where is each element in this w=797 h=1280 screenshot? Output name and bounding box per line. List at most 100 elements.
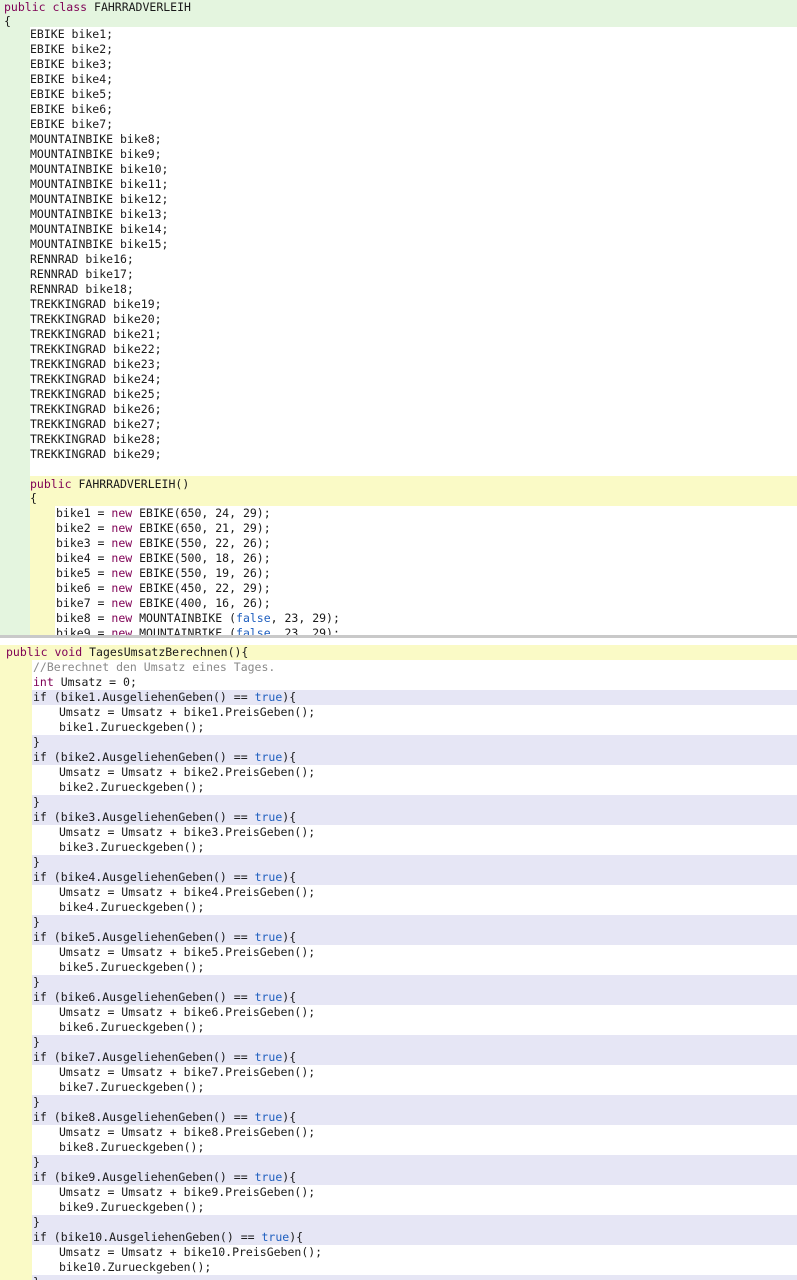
code-token: } [33,915,40,929]
code-token: } [33,795,40,809]
method-declaration-line[interactable]: public void TagesUmsatzBerechnen(){ [6,645,248,660]
if-condition-line[interactable]: if (bike8.AusgeliehenGeben() == true){ [33,1110,296,1125]
if-condition-line[interactable]: if (bike3.AusgeliehenGeben() == true){ [33,810,296,825]
field-declaration-line[interactable]: EBIKE bike3; [30,57,113,72]
if-body-line[interactable]: Umsatz = Umsatz + bike1.PreisGeben(); [59,705,315,720]
constructor-statement-line[interactable]: bike2 = new EBIKE(650, 21, 29); [56,521,271,536]
constructor-statement-line[interactable]: bike9 = new MOUNTAINBIKE (false, 23, 29)… [56,626,340,635]
constructor-statement-line[interactable]: bike4 = new EBIKE(500, 18, 26); [56,551,271,566]
if-body-line[interactable]: bike1.Zurueckgeben(); [59,720,204,735]
if-condition-line[interactable]: if (bike4.AusgeliehenGeben() == true){ [33,870,296,885]
constructor-statement-line[interactable]: bike1 = new EBIKE(650, 24, 29); [56,506,271,521]
if-body-line[interactable]: bike10.Zurueckgeben(); [59,1260,211,1275]
if-body-line[interactable]: bike2.Zurueckgeben(); [59,780,204,795]
if-body-line[interactable]: bike8.Zurueckgeben(); [59,1140,204,1155]
constructor-declaration-line[interactable]: public FAHRRADVERLEIH() [30,477,189,492]
if-condition-line[interactable]: if (bike6.AusgeliehenGeben() == true){ [33,990,296,1005]
class-declaration-line[interactable]: public class FAHRRADVERLEIH [4,0,191,15]
field-declaration-line[interactable]: TREKKINGRAD bike19; [30,297,162,312]
if-body-line[interactable]: Umsatz = Umsatz + bike5.PreisGeben(); [59,945,315,960]
if-body-line[interactable]: Umsatz = Umsatz + bike2.PreisGeben(); [59,765,315,780]
field-declaration-line[interactable]: MOUNTAINBIKE bike12; [30,192,168,207]
if-condition-line[interactable]: if (bike1.AusgeliehenGeben() == true){ [33,690,296,705]
if-close-brace[interactable]: } [33,855,40,870]
comment-line[interactable]: //Berechnet den Umsatz eines Tages. [33,660,275,675]
field-declaration-line[interactable]: TREKKINGRAD bike25; [30,387,162,402]
field-declaration-line[interactable]: TREKKINGRAD bike21; [30,327,162,342]
field-declaration-line[interactable]: MOUNTAINBIKE bike10; [30,162,168,177]
field-declaration-line[interactable]: EBIKE bike5; [30,87,113,102]
field-declaration-line[interactable]: TREKKINGRAD bike20; [30,312,162,327]
field-declaration-line[interactable]: TREKKINGRAD bike27; [30,417,162,432]
editor-pane-method[interactable]: public void TagesUmsatzBerechnen(){//Ber… [0,638,797,1280]
constructor-statement-line[interactable]: bike8 = new MOUNTAINBIKE (false, 23, 29)… [56,611,340,626]
if-condition-line[interactable]: if (bike2.AusgeliehenGeben() == true){ [33,750,296,765]
field-declaration-line[interactable]: EBIKE bike1; [30,27,113,42]
code-token: TREKKINGRAD bike26; [30,402,162,416]
field-declaration-line[interactable]: EBIKE bike4; [30,72,113,87]
code-token: ){ [282,990,297,1004]
if-close-brace[interactable]: } [33,1215,40,1230]
constructor-open-brace[interactable]: { [30,491,37,506]
if-condition-line[interactable]: if (bike9.AusgeliehenGeben() == true){ [33,1170,296,1185]
field-declaration-line[interactable]: EBIKE bike2; [30,42,113,57]
field-declaration-line[interactable]: TREKKINGRAD bike22; [30,342,162,357]
if-body-line[interactable]: Umsatz = Umsatz + bike3.PreisGeben(); [59,825,315,840]
code-token: if (bike2.AusgeliehenGeben() == [33,750,255,764]
constructor-statement-line[interactable]: bike5 = new EBIKE(550, 19, 26); [56,566,271,581]
field-declaration-line[interactable]: TREKKINGRAD bike28; [30,432,162,447]
if-condition-line[interactable]: if (bike5.AusgeliehenGeben() == true){ [33,930,296,945]
if-condition-line[interactable]: if (bike7.AusgeliehenGeben() == true){ [33,1050,296,1065]
field-declaration-line[interactable]: EBIKE bike7; [30,117,113,132]
code-token: bike5.Zurueckgeben(); [59,960,205,974]
field-declaration-line[interactable]: TREKKINGRAD bike24; [30,372,162,387]
field-declaration-line[interactable]: RENNRAD bike18; [30,282,134,297]
field-declaration-line[interactable]: TREKKINGRAD bike29; [30,447,162,462]
if-body-line[interactable]: bike5.Zurueckgeben(); [59,960,204,975]
keyword-token: public [30,477,79,491]
field-declaration-line[interactable]: EBIKE bike6; [30,102,113,117]
if-body-line[interactable]: Umsatz = Umsatz + bike10.PreisGeben(); [59,1245,322,1260]
field-declaration-line[interactable]: MOUNTAINBIKE bike9; [30,147,162,162]
if-close-brace[interactable]: } [33,1035,40,1050]
if-body-line[interactable]: bike7.Zurueckgeben(); [59,1080,204,1095]
if-body-line[interactable]: bike3.Zurueckgeben(); [59,840,204,855]
constructor-statement-line[interactable]: bike7 = new EBIKE(400, 16, 26); [56,596,271,611]
if-body-line[interactable]: bike4.Zurueckgeben(); [59,900,204,915]
variable-declaration-line[interactable]: int Umsatz = 0; [33,675,137,690]
code-token: bike1.Zurueckgeben(); [59,720,205,734]
field-declaration-line[interactable]: TREKKINGRAD bike26; [30,402,162,417]
if-close-brace[interactable]: } [33,795,40,810]
if-condition-line[interactable]: if (bike10.AusgeliehenGeben() == true){ [33,1230,303,1245]
if-close-brace[interactable]: } [33,915,40,930]
if-body-line[interactable]: Umsatz = Umsatz + bike4.PreisGeben(); [59,885,315,900]
if-body-line[interactable]: Umsatz = Umsatz + bike8.PreisGeben(); [59,1125,315,1140]
code-token: Umsatz = Umsatz + bike10.PreisGeben(); [59,1245,323,1259]
constructor-statement-line[interactable]: bike3 = new EBIKE(550, 22, 26); [56,536,271,551]
if-close-brace[interactable]: } [33,975,40,990]
field-declaration-line[interactable]: MOUNTAINBIKE bike11; [30,177,168,192]
field-declaration-line[interactable]: TREKKINGRAD bike23; [30,357,162,372]
literal-token: true [254,1110,283,1124]
field-declaration-line[interactable]: MOUNTAINBIKE bike13; [30,207,168,222]
field-declaration-line[interactable]: RENNRAD bike17; [30,267,134,282]
if-body-line[interactable]: Umsatz = Umsatz + bike6.PreisGeben(); [59,1005,315,1020]
code-token: MOUNTAINBIKE ( [132,626,237,635]
if-body-line[interactable]: Umsatz = Umsatz + bike7.PreisGeben(); [59,1065,315,1080]
field-declaration-line[interactable]: MOUNTAINBIKE bike8; [30,132,162,147]
if-close-brace[interactable]: } [33,1095,40,1110]
field-declaration-line[interactable]: MOUNTAINBIKE bike15; [30,237,168,252]
if-close-brace[interactable]: } [33,1275,40,1280]
if-close-brace[interactable]: } [33,1155,40,1170]
keyword-token: new [111,566,133,580]
if-body-line[interactable]: bike6.Zurueckgeben(); [59,1020,204,1035]
if-body-line[interactable]: Umsatz = Umsatz + bike9.PreisGeben(); [59,1185,315,1200]
editor-pane-class[interactable]: public class FAHRRADVERLEIH{EBIKE bike1;… [0,0,797,635]
if-close-brace[interactable]: } [33,735,40,750]
field-declaration-line[interactable]: MOUNTAINBIKE bike14; [30,222,168,237]
constructor-statement-line[interactable]: bike6 = new EBIKE(450, 22, 29); [56,581,271,596]
code-token: if (bike9.AusgeliehenGeben() == [33,1170,255,1184]
if-body-line[interactable]: bike9.Zurueckgeben(); [59,1200,204,1215]
field-declaration-line[interactable]: RENNRAD bike16; [30,252,134,267]
class-open-brace[interactable]: { [4,14,11,29]
